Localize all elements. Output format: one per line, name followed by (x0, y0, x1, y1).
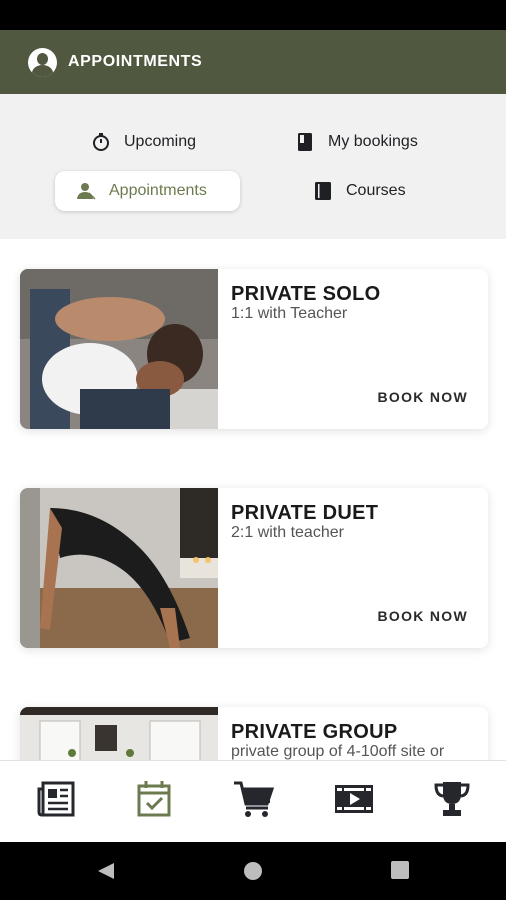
tab-courses[interactable]: Courses (312, 171, 406, 211)
nav-appointments[interactable] (134, 781, 174, 821)
calendar-check-icon (136, 780, 172, 822)
stopwatch-icon (90, 131, 112, 153)
nav-achievements[interactable] (432, 781, 472, 821)
card-title: PRIVATE SOLO (231, 283, 381, 305)
nav-news[interactable] (36, 781, 76, 821)
recents-icon[interactable] (391, 861, 409, 883)
tab-upcoming[interactable]: Upcoming (90, 122, 196, 162)
card-image (20, 488, 218, 648)
appointment-list[interactable]: PRIVATE SOLO 1:1 with Teacher BOOK NOW P… (0, 239, 506, 760)
appointment-card[interactable]: PRIVATE GROUP private group of 4-10off s… (20, 707, 488, 760)
tab-appointments[interactable]: Appointments (55, 171, 240, 211)
page-title: APPOINTMENTS (68, 53, 203, 70)
book-now-button[interactable]: BOOK NOW (377, 608, 468, 624)
cart-icon (233, 780, 275, 822)
card-title: PRIVATE DUET (231, 502, 379, 524)
card-image (20, 707, 218, 760)
trophy-icon (433, 780, 471, 822)
avatar[interactable] (28, 47, 57, 77)
card-subtitle: 1:1 with Teacher (231, 305, 348, 322)
tab-label: My bookings (328, 133, 418, 150)
book-icon (312, 180, 334, 202)
appointment-card[interactable]: PRIVATE DUET 2:1 with teacher BOOK NOW (20, 488, 488, 648)
back-icon[interactable] (96, 861, 116, 885)
nav-videos[interactable] (334, 781, 374, 821)
status-bar (0, 0, 506, 30)
card-subtitle: private group of 4-10off site or (231, 743, 445, 760)
tab-label: Appointments (109, 182, 207, 199)
system-nav-bar (0, 842, 506, 900)
video-icon (334, 784, 374, 818)
tab-label: Courses (346, 182, 406, 199)
app-bar: APPOINTMENTS (0, 30, 506, 94)
tab-bar: Upcoming My bookings Appointments Course… (0, 94, 506, 239)
book-now-button[interactable]: BOOK NOW (377, 389, 468, 405)
bottom-nav (0, 760, 506, 842)
card-image (20, 269, 218, 429)
card-title: PRIVATE GROUP (231, 721, 398, 743)
card-subtitle: 2:1 with teacher (231, 524, 344, 541)
tab-my-bookings[interactable]: My bookings (294, 122, 418, 162)
person-icon (75, 180, 97, 202)
home-icon[interactable] (243, 861, 263, 885)
bookmark-book-icon (294, 131, 316, 153)
newspaper-icon (37, 781, 75, 821)
nav-shop[interactable] (233, 780, 275, 822)
appointment-card[interactable]: PRIVATE SOLO 1:1 with Teacher BOOK NOW (20, 269, 488, 429)
tab-label: Upcoming (124, 133, 197, 150)
